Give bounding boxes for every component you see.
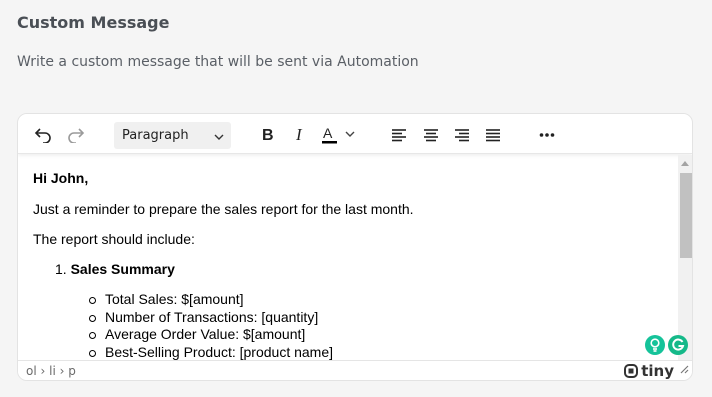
more-icon[interactable]: [533, 121, 561, 149]
list-item: Best-Selling Product: [product name]: [89, 344, 333, 360]
editor-toolbar: Paragraph B I A: [18, 114, 692, 154]
list-number: 1.: [55, 261, 67, 277]
greeting-text: Hi John,: [33, 170, 89, 186]
text-color-icon[interactable]: A: [317, 121, 359, 149]
resize-handle-icon[interactable]: [680, 361, 689, 379]
align-right-icon[interactable]: [448, 121, 476, 149]
bold-icon[interactable]: B: [254, 121, 282, 149]
tiny-logo-icon: [624, 364, 639, 378]
rich-text-editor: Paragraph B I A Hi John, Just a reminder…: [17, 113, 693, 381]
reminder-text: Just a reminder to prepare the sales rep…: [33, 201, 414, 217]
chevron-down-icon: [214, 130, 224, 145]
align-justify-icon[interactable]: [479, 121, 507, 149]
svg-text:I: I: [295, 127, 303, 143]
list-item: Average Order Value: $[amount]: [89, 326, 333, 344]
block-format-select[interactable]: Paragraph: [114, 122, 231, 149]
section-title: Custom Message: [17, 13, 170, 32]
block-format-label: Paragraph: [122, 128, 189, 143]
list-item-label: Sales Summary: [70, 261, 175, 277]
bullet-list: Total Sales: $[amount] Number of Transac…: [89, 291, 333, 360]
redo-icon[interactable]: [62, 121, 90, 149]
element-path[interactable]: ol › li › p: [26, 364, 76, 378]
section-description: Write a custom message that will be sent…: [17, 54, 419, 70]
scroll-up-icon[interactable]: [681, 161, 689, 166]
tiny-brand-label: tiny: [641, 362, 674, 380]
align-left-icon[interactable]: [385, 121, 413, 149]
tiny-logo[interactable]: tiny: [624, 362, 674, 380]
list-item: Number of Transactions: [quantity]: [89, 309, 333, 327]
ordered-list-item: 1. Sales Summary: [55, 261, 175, 277]
include-text: The report should include:: [33, 231, 195, 247]
scrollbar-thumb[interactable]: [680, 173, 692, 258]
vertical-scrollbar[interactable]: [678, 155, 692, 360]
grammarly-icon[interactable]: [668, 335, 688, 355]
svg-text:A: A: [323, 125, 333, 141]
align-center-icon[interactable]: [417, 121, 445, 149]
editor-statusbar: ol › li › p tiny: [18, 360, 692, 380]
lightbulb-icon[interactable]: [645, 335, 665, 355]
floating-assistant-icons: [645, 335, 688, 355]
editor-content[interactable]: Hi John, Just a reminder to prepare the …: [18, 155, 678, 360]
italic-icon[interactable]: I: [286, 121, 314, 149]
undo-icon[interactable]: [29, 121, 57, 149]
svg-text:B: B: [262, 127, 274, 143]
list-item: Total Sales: $[amount]: [89, 291, 333, 309]
